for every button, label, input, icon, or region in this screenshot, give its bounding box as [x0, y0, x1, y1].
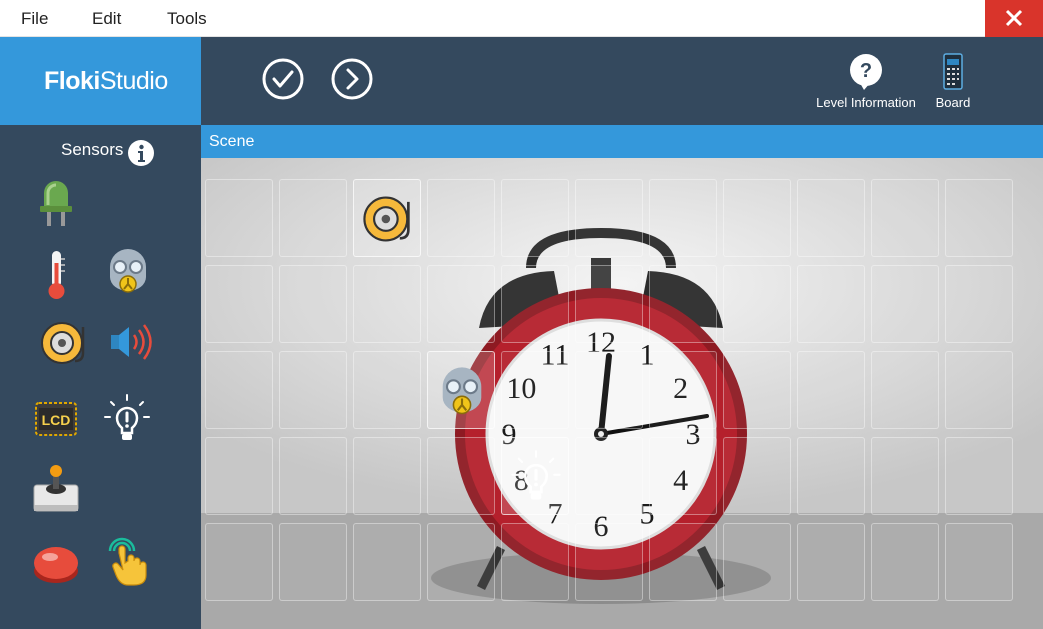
scene-cell[interactable]: [945, 351, 1013, 429]
close-icon: [1005, 9, 1023, 27]
scene-cell[interactable]: [427, 437, 495, 515]
lcd-text: LCD: [42, 412, 71, 428]
scene-cell[interactable]: [723, 351, 791, 429]
scene-cell[interactable]: [205, 179, 273, 257]
scene-cell[interactable]: [797, 265, 865, 343]
scene-cell[interactable]: [575, 179, 643, 257]
scene-cell[interactable]: [575, 265, 643, 343]
scene-cell[interactable]: [205, 265, 273, 343]
scene-cell[interactable]: [797, 523, 865, 601]
info-icon[interactable]: [127, 139, 155, 167]
scene-cell[interactable]: [575, 351, 643, 429]
svg-text:?: ?: [860, 60, 872, 82]
scene-cell[interactable]: [427, 523, 495, 601]
scene-cell[interactable]: [575, 437, 643, 515]
close-button[interactable]: [985, 0, 1043, 37]
joystick-icon[interactable]: [28, 461, 84, 517]
floki-studio-window: File Edit Tools FlokiStudio ? Level Info…: [0, 0, 1043, 629]
scene-cell[interactable]: [945, 437, 1013, 515]
push-button-icon[interactable]: [28, 535, 84, 591]
scene-cell[interactable]: [501, 179, 569, 257]
level-information-button[interactable]: ? Level Information: [813, 53, 919, 110]
board-label: Board: [935, 95, 971, 110]
check-button[interactable]: [262, 58, 304, 100]
scene-cell[interactable]: [871, 265, 939, 343]
scene-canvas[interactable]: 12 1 2 3 4 5 6 7 8 9 10 11: [201, 158, 1043, 629]
scene-cell[interactable]: [575, 523, 643, 601]
board-icon: [943, 53, 963, 90]
scene-cell[interactable]: [649, 351, 717, 429]
scene-cell[interactable]: [797, 179, 865, 257]
app-logo: FlokiStudio: [44, 67, 168, 95]
scene-cell[interactable]: [501, 265, 569, 343]
menu-bar: File Edit Tools: [0, 0, 1043, 37]
menu-file[interactable]: File: [21, 9, 48, 29]
scene-cell[interactable]: [353, 437, 421, 515]
sensors-heading: Sensors: [61, 140, 124, 159]
scene-cell[interactable]: [353, 523, 421, 601]
scene-cell[interactable]: [723, 437, 791, 515]
scene-cell[interactable]: [723, 265, 791, 343]
touch-icon[interactable]: [100, 533, 156, 589]
light-bulb-icon[interactable]: [99, 391, 155, 447]
scene-cell[interactable]: [205, 351, 273, 429]
menu-tools[interactable]: Tools: [167, 9, 207, 29]
toolbar: ? Level Information Board: [201, 37, 1043, 125]
gas-mask-icon[interactable]: [432, 361, 492, 421]
scene-cell[interactable]: [279, 265, 347, 343]
scene-cell[interactable]: [353, 265, 421, 343]
scene-cell[interactable]: [945, 523, 1013, 601]
scene-cell[interactable]: [649, 179, 717, 257]
scene-cell[interactable]: [279, 523, 347, 601]
speaker-icon[interactable]: [103, 313, 159, 369]
scene-cell[interactable]: [797, 437, 865, 515]
brand-area: FlokiStudio: [0, 37, 201, 125]
scene-cell[interactable]: [945, 265, 1013, 343]
sensors-panel: Sensors LCD: [0, 125, 201, 629]
scene-cell[interactable]: [501, 437, 569, 515]
scene-cell[interactable]: [205, 437, 273, 515]
scene-cell[interactable]: [353, 179, 421, 257]
light-bulb-icon[interactable]: [506, 447, 566, 507]
lcd-icon[interactable]: LCD: [28, 391, 84, 447]
alarm-bell-icon[interactable]: [358, 189, 418, 249]
scene-cell[interactable]: [427, 265, 495, 343]
scene-cell[interactable]: [649, 265, 717, 343]
scene-cell[interactable]: [723, 523, 791, 601]
scene-cell[interactable]: [427, 351, 495, 429]
question-icon: ?: [850, 54, 882, 90]
scene-cell[interactable]: [871, 179, 939, 257]
alarm-bell-icon[interactable]: [36, 315, 92, 371]
scene-header: Scene: [201, 125, 1043, 158]
scene-cell[interactable]: [871, 523, 939, 601]
scene-cell[interactable]: [797, 351, 865, 429]
level-information-label: Level Information: [816, 95, 916, 110]
led-icon[interactable]: [28, 177, 84, 233]
gas-mask-icon[interactable]: [100, 243, 156, 299]
scene-cell[interactable]: [723, 179, 791, 257]
scene-cell[interactable]: [649, 523, 717, 601]
scene-cell[interactable]: [945, 179, 1013, 257]
next-button[interactable]: [331, 58, 373, 100]
scene-cell[interactable]: [501, 351, 569, 429]
menu-edit[interactable]: Edit: [92, 9, 121, 29]
scene-cell[interactable]: [427, 179, 495, 257]
scene-cell[interactable]: [871, 351, 939, 429]
scene-title: Scene: [209, 133, 255, 150]
thermometer-icon[interactable]: [28, 247, 84, 303]
scene-cell[interactable]: [279, 437, 347, 515]
scene-cell[interactable]: [501, 523, 569, 601]
scene-cell[interactable]: [649, 437, 717, 515]
scene-cell[interactable]: [205, 523, 273, 601]
scene-cell[interactable]: [353, 351, 421, 429]
scene-cell[interactable]: [279, 179, 347, 257]
scene-cell[interactable]: [279, 351, 347, 429]
board-button[interactable]: Board: [931, 53, 975, 110]
scene-cell[interactable]: [871, 437, 939, 515]
